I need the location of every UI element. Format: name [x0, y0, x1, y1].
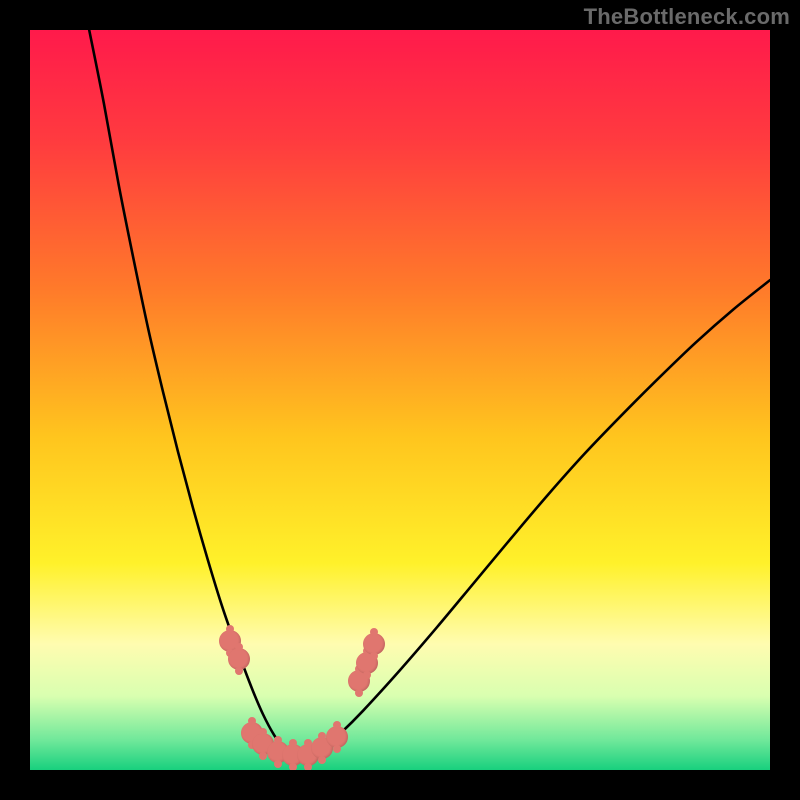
curve-right: [296, 280, 770, 762]
data-marker: [228, 648, 250, 670]
watermark-text: TheBottleneck.com: [584, 4, 790, 30]
curve-left: [89, 30, 296, 763]
curve-layer: [30, 30, 770, 770]
plot-area: [30, 30, 770, 770]
data-marker: [326, 726, 348, 748]
chart-frame: TheBottleneck.com: [0, 0, 800, 800]
